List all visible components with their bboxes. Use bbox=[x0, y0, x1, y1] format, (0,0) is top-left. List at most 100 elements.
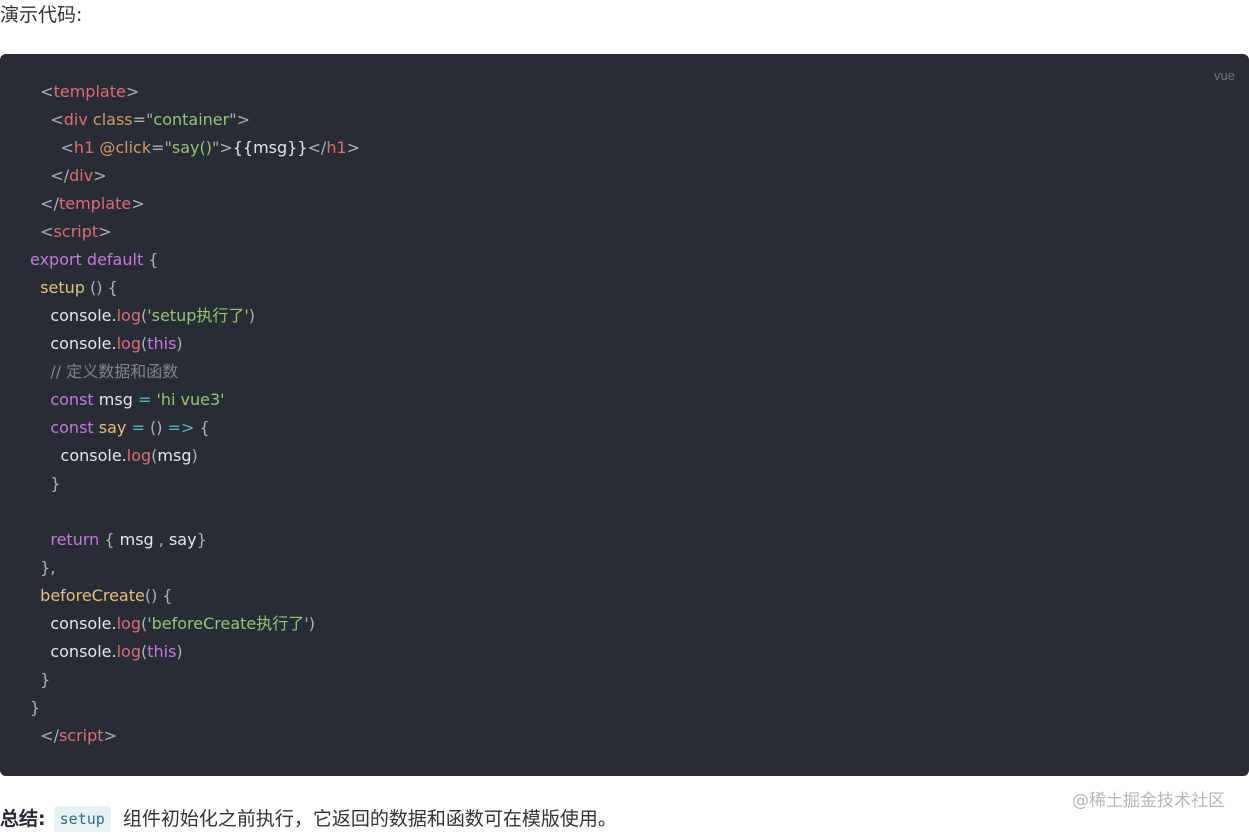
code-token: = bbox=[132, 110, 147, 129]
code-token: > bbox=[93, 166, 107, 185]
code-token: < bbox=[40, 222, 54, 241]
code-line: beforeCreate() { bbox=[30, 582, 360, 610]
intro-heading: 演示代码: bbox=[0, 4, 83, 26]
code-token: > bbox=[98, 222, 112, 241]
code-line: <div class="container"> bbox=[30, 106, 360, 134]
code-line: <script> bbox=[30, 218, 360, 246]
code-line: } bbox=[30, 470, 360, 498]
code-token: console bbox=[50, 306, 112, 325]
code-line: }, bbox=[30, 554, 360, 582]
code-line: return { msg , say} bbox=[30, 526, 360, 554]
code-line: const msg = 'hi vue3' bbox=[30, 386, 360, 414]
code-token: 'setup执行了' bbox=[147, 306, 249, 325]
code-token: {{msg}} bbox=[232, 138, 308, 157]
code-line: console.log(this) bbox=[30, 330, 360, 358]
code-token: this bbox=[147, 334, 177, 353]
code-token: ) bbox=[308, 614, 315, 633]
code-language-label: vue bbox=[1214, 68, 1235, 83]
code-line: setup () { bbox=[30, 274, 360, 302]
code-token: > bbox=[346, 138, 361, 157]
code-token: msg bbox=[157, 446, 192, 465]
code-block: vue <template> <div class="container"> <… bbox=[0, 54, 1249, 776]
code-token: 'hi vue3' bbox=[156, 390, 225, 409]
code-token: } bbox=[50, 474, 61, 493]
code-token: ) bbox=[248, 306, 256, 325]
code-token: // 定义数据和函数 bbox=[50, 362, 179, 381]
code-token: log bbox=[126, 446, 152, 465]
code-line: } bbox=[30, 666, 360, 694]
code-token: script bbox=[58, 726, 104, 745]
code-token: console bbox=[50, 334, 112, 353]
code-line: console.log('beforeCreate执行了') bbox=[30, 610, 360, 638]
code-token: class bbox=[92, 110, 133, 129]
code-token: () { bbox=[144, 586, 173, 605]
watermark: @稀土掘金技术社区 bbox=[1072, 791, 1225, 811]
code-token: say bbox=[98, 418, 127, 437]
code-token: } bbox=[30, 698, 41, 717]
code-token: export bbox=[30, 250, 82, 269]
summary-label: 总结: bbox=[0, 808, 46, 830]
code-token: div bbox=[69, 166, 94, 185]
code-line: console.log(msg) bbox=[30, 442, 360, 470]
code-token: template bbox=[53, 82, 126, 101]
code-token: } bbox=[40, 670, 51, 689]
code-token: </ bbox=[50, 166, 70, 185]
code-token: container bbox=[153, 110, 230, 129]
code-token: console bbox=[50, 642, 112, 661]
code-token: this bbox=[147, 642, 177, 661]
code-token: > bbox=[219, 138, 233, 157]
code-line: console.log(this) bbox=[30, 638, 360, 666]
code-token: </ bbox=[40, 194, 59, 213]
code-token: { bbox=[143, 250, 159, 269]
code-token: () { bbox=[84, 278, 118, 297]
code-token: " bbox=[229, 110, 237, 129]
code-line: <template> bbox=[30, 78, 360, 106]
code-token: < bbox=[50, 110, 64, 129]
code-line: </template> bbox=[30, 190, 360, 218]
code-line: console.log('setup执行了') bbox=[30, 302, 360, 330]
code-token: say bbox=[168, 530, 197, 549]
code-token: log bbox=[116, 334, 141, 353]
code-token: say() bbox=[171, 138, 212, 157]
code-token: console bbox=[60, 446, 122, 465]
code-token: ) bbox=[191, 446, 198, 465]
code-token: return bbox=[50, 530, 100, 549]
code-token: @click bbox=[99, 138, 152, 157]
code-token: h1 bbox=[73, 138, 95, 157]
code-token: = bbox=[151, 138, 165, 157]
code-token: 'beforeCreate执行了' bbox=[147, 614, 309, 633]
code-token: h1 bbox=[326, 138, 347, 157]
code-token: log bbox=[116, 642, 141, 661]
code-token: default bbox=[86, 250, 144, 269]
code-line: const say = () => { bbox=[30, 414, 360, 442]
code-token: script bbox=[53, 222, 99, 241]
summary-text: 组件初始化之前执行，它返回的数据和函数可在模版使用。 bbox=[122, 808, 617, 830]
code-token: = bbox=[131, 418, 145, 437]
code-token: msg bbox=[119, 530, 154, 549]
code-line: <h1 @click="say()">{{msg}}</h1> bbox=[30, 134, 361, 162]
code-token: () bbox=[144, 418, 168, 437]
code-token: console bbox=[50, 614, 112, 633]
code-token: { bbox=[99, 530, 120, 549]
code-token: div bbox=[63, 110, 88, 129]
code-line: // 定义数据和函数 bbox=[30, 358, 360, 386]
